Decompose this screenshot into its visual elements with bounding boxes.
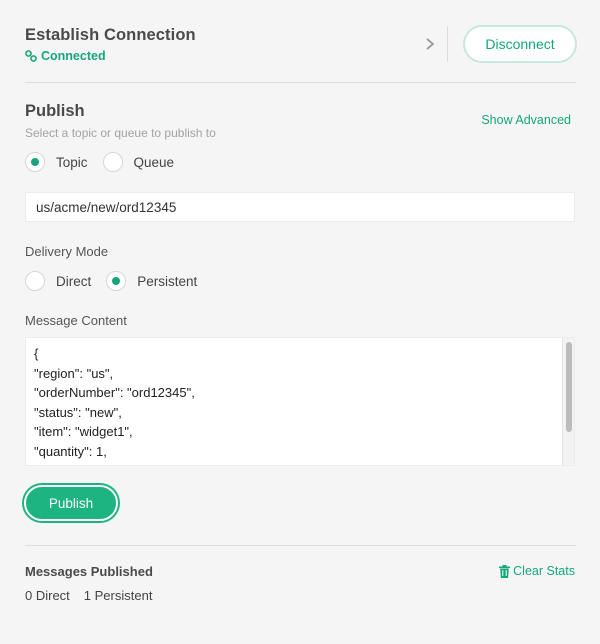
trash-icon (499, 564, 511, 578)
show-advanced-link[interactable]: Show Advanced (481, 113, 571, 127)
section-divider (25, 82, 576, 83)
connection-status: Connected (25, 49, 106, 63)
stats-divider (25, 545, 576, 546)
disconnect-button[interactable]: Disconnect (463, 25, 577, 63)
message-scrollbar[interactable] (562, 338, 574, 465)
publish-subtitle: Select a topic or queue to publish to (25, 126, 216, 140)
radio-topic-circle[interactable] (25, 152, 45, 172)
radio-persistent-circle[interactable] (106, 271, 127, 291)
message-scroll-thumb[interactable] (566, 342, 572, 432)
publish-panel: Establish Connection Connected Disconnec… (0, 0, 600, 644)
radio-queue[interactable]: Queue (102, 152, 175, 172)
connection-title: Establish Connection (25, 26, 196, 44)
message-content-textarea[interactable]: { "region": "us", "orderNumber": "ord123… (25, 337, 575, 466)
delivery-mode-label: Delivery Mode (25, 244, 109, 259)
link-icon (25, 50, 37, 62)
radio-topic-label: Topic (56, 154, 88, 170)
radio-queue-circle[interactable] (102, 152, 123, 172)
connection-header: Establish Connection Connected Disconnec… (25, 22, 577, 68)
message-content-label: Message Content (25, 313, 127, 328)
direct-count: 0 Direct (25, 588, 70, 603)
radio-queue-label: Queue (133, 154, 175, 170)
delivery-radio-group: Direct Persistent (25, 271, 212, 291)
radio-persistent[interactable]: Persistent (106, 271, 197, 291)
connection-status-label: Connected (41, 49, 106, 63)
clear-stats-button[interactable]: Clear Stats (499, 564, 575, 578)
radio-direct-circle[interactable] (25, 271, 45, 291)
radio-direct-label: Direct (56, 273, 92, 289)
messages-published-title: Messages Published (25, 564, 153, 579)
radio-topic[interactable]: Topic (25, 152, 88, 172)
persistent-count: 1 Persistent (83, 588, 153, 603)
radio-persistent-label: Persistent (137, 273, 198, 289)
clear-stats-label: Clear Stats (513, 564, 575, 578)
publish-button[interactable]: Publish (24, 485, 118, 521)
stats-values: 0 Direct 1 Persistent (25, 588, 152, 603)
radio-direct[interactable]: Direct (25, 271, 91, 291)
topic-input[interactable] (25, 192, 575, 222)
destination-radio-group: Topic Queue (25, 152, 189, 172)
header-divider (447, 26, 448, 62)
chevron-right-icon[interactable] (423, 36, 437, 52)
publish-title: Publish (25, 102, 85, 120)
message-content-text[interactable]: { "region": "us", "orderNumber": "ord123… (34, 344, 560, 465)
